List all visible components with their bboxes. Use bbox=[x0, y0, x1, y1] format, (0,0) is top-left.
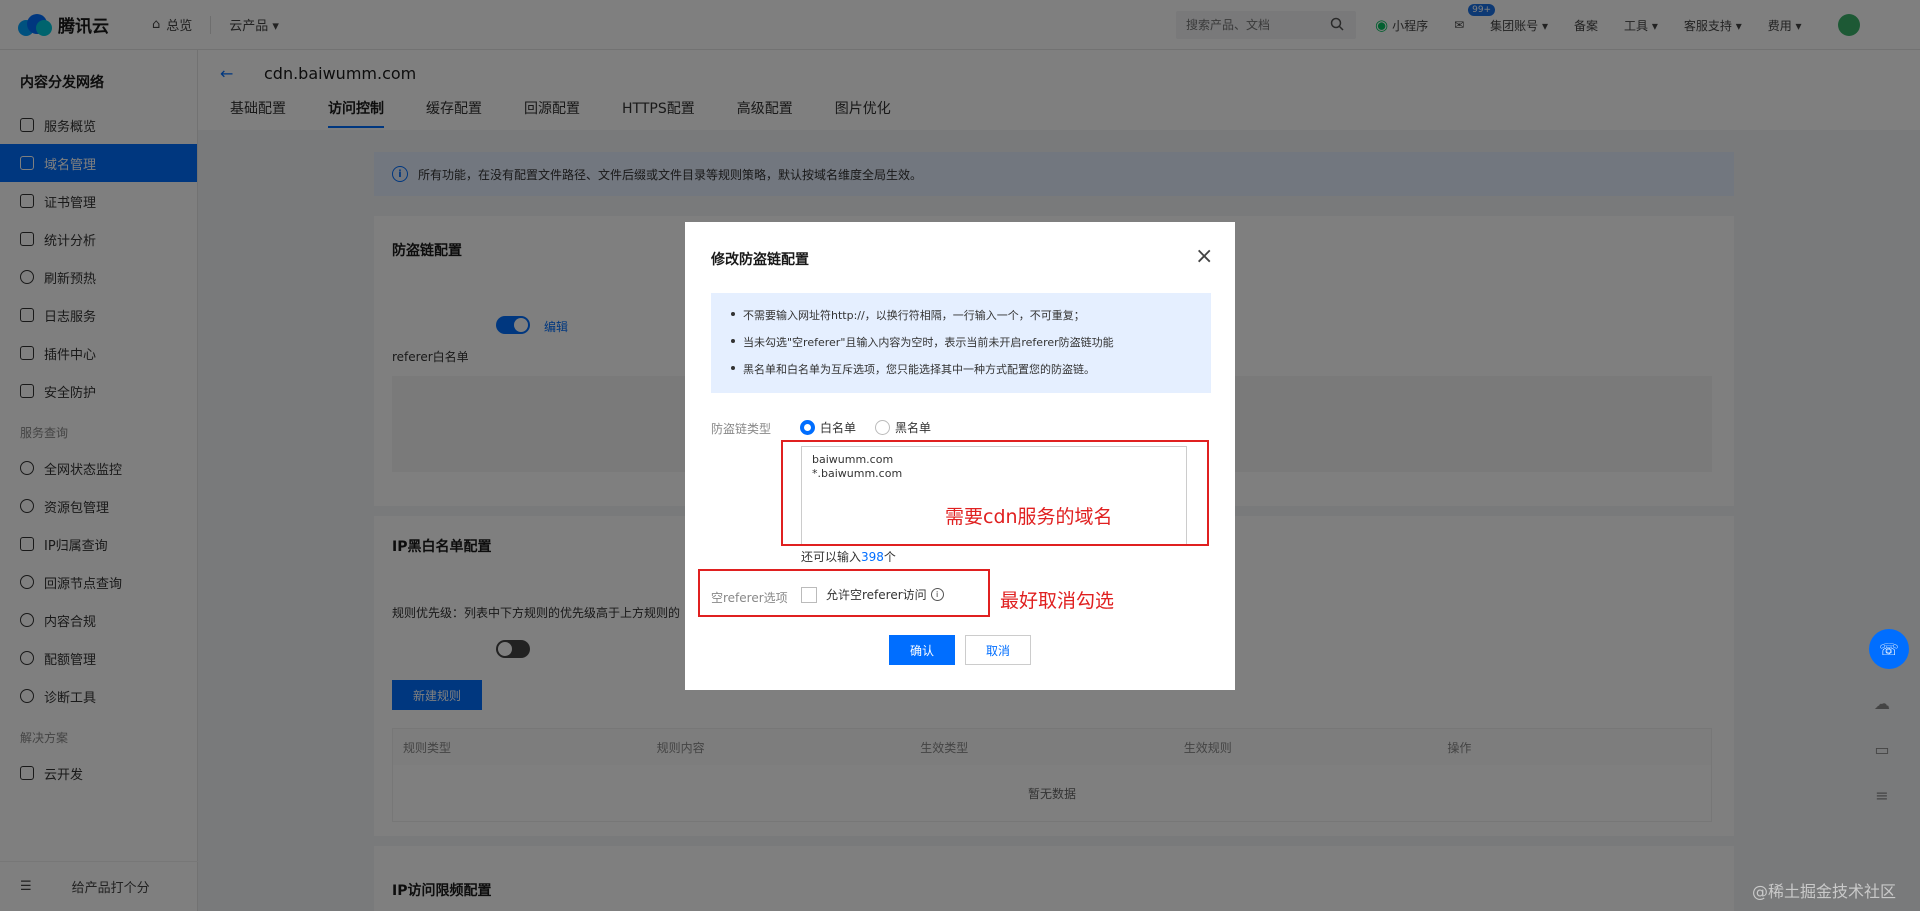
confirm-button[interactable]: 确认 bbox=[889, 635, 955, 665]
annotation-box-domain bbox=[781, 440, 1209, 546]
modal-tips: 不需要输入网址符http://，以换行符相隔，一行输入一个，不可重复； 当未勾选… bbox=[711, 293, 1211, 393]
annotation-domain-note: 需要cdn服务的域名 bbox=[945, 506, 1113, 528]
radio-checked-icon bbox=[800, 420, 815, 435]
book-icon[interactable]: ▭ bbox=[1867, 734, 1897, 764]
radio-unchecked-icon bbox=[875, 420, 890, 435]
tip-item: 黑名单和白名单为互斥选项，您只能选择其中一种方式配置您的防盗链。 bbox=[731, 361, 1211, 388]
cloud-upload-icon[interactable]: ☁ bbox=[1867, 688, 1897, 718]
close-icon[interactable]: × bbox=[1195, 244, 1213, 269]
annotation-box-uncheck bbox=[698, 569, 990, 617]
watermark: @稀土掘金技术社区 bbox=[1752, 882, 1897, 901]
modal-title: 修改防盗链配置 bbox=[711, 252, 809, 268]
remaining-count: 还可以输入398个 bbox=[801, 550, 896, 564]
hotlink-type-label: 防盗链类型 bbox=[711, 422, 772, 436]
cancel-button[interactable]: 取消 bbox=[965, 635, 1031, 665]
blacklist-radio[interactable]: 黑名单 bbox=[875, 419, 931, 436]
list-icon[interactable]: ≡ bbox=[1867, 780, 1897, 810]
customer-service-icon[interactable]: ☏ bbox=[1869, 629, 1909, 669]
whitelist-radio[interactable]: 白名单 bbox=[800, 419, 856, 436]
annotation-uncheck-note: 最好取消勾选 bbox=[1000, 590, 1115, 612]
tip-item: 不需要输入网址符http://，以换行符相隔，一行输入一个，不可重复； bbox=[731, 307, 1211, 334]
tip-item: 当未勾选"空referer"且输入内容为空时，表示当前未开启referer防盗链… bbox=[731, 334, 1211, 361]
